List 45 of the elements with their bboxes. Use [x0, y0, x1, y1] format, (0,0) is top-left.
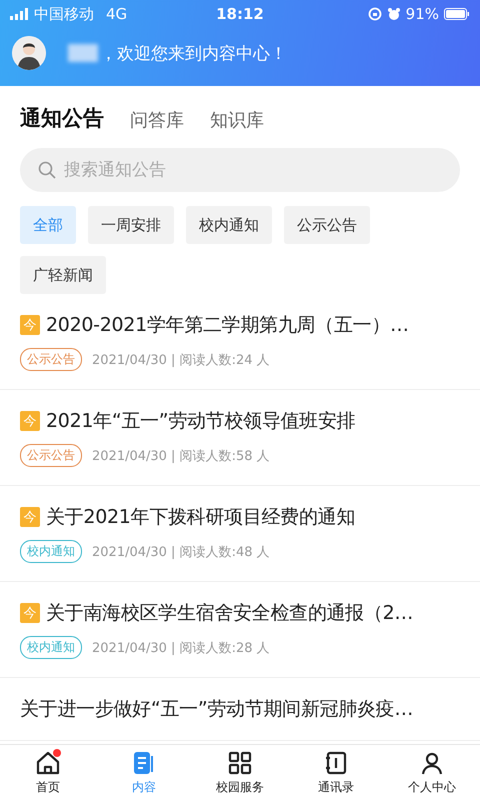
search-field[interactable]: 搜索通知公告 [20, 148, 460, 192]
notice-title[interactable]: 关于2021年下拨科研项目经费的通知 [46, 504, 355, 530]
blurred-name-block [68, 44, 98, 62]
home-icon [35, 750, 61, 776]
category-tag: 校内通知 [20, 540, 82, 563]
alarm-clock-icon [386, 7, 401, 21]
battery-percent: 91% [406, 5, 439, 23]
network-type: 4G [106, 5, 128, 23]
today-badge: 今 [20, 315, 40, 335]
avatar-silhouette [12, 36, 46, 70]
nav-tab[interactable]: 通讯录 [288, 745, 384, 800]
signal-icon [10, 8, 28, 20]
battery-icon [444, 8, 470, 20]
nav-tab[interactable]: 内容 [96, 745, 192, 800]
today-badge: 今 [20, 603, 40, 623]
contacts-book-icon [323, 750, 349, 776]
notice-title[interactable]: 2020-2021学年第二学期第九周（五一）… [46, 312, 409, 338]
search-icon [38, 161, 56, 179]
filter-chip[interactable]: 公示公告 [284, 206, 370, 244]
notice-meta: 2021/04/30 | 阅读人数:28 人 [92, 640, 270, 656]
today-badge: 今 [20, 411, 40, 431]
filter-chip[interactable]: 广轻新闻 [20, 256, 106, 294]
rotation-lock-icon [368, 7, 382, 21]
today-badge: 今 [20, 507, 40, 527]
notice-meta: 2021/04/30 | 阅读人数:58 人 [92, 448, 270, 464]
category-tag: 公示公告 [20, 444, 82, 467]
notice-meta: 2021/04/30 | 阅读人数:48 人 [92, 544, 270, 560]
category-tag: 公示公告 [20, 348, 82, 371]
category-tab[interactable]: 问答库 [130, 108, 184, 138]
notice-title[interactable]: 2021年“五一”劳动节校领导值班安排 [46, 408, 356, 434]
status-time: 18:12 [216, 5, 264, 23]
nav-tab[interactable]: 校园服务 [192, 745, 288, 800]
grid-icon [227, 750, 253, 776]
filter-chip[interactable]: 一周安排 [88, 206, 174, 244]
greeting-text: ，欢迎您来到内容中心！ [100, 42, 287, 64]
nav-tab[interactable]: 首页 [0, 745, 96, 800]
carrier-name: 中国移动 [34, 4, 94, 24]
notice-title[interactable]: 关于进一步做好“五一”劳动节期间新冠肺炎疫… [20, 696, 414, 722]
notice-meta: 2021/04/30 | 阅读人数:24 人 [92, 352, 270, 368]
category-tab[interactable]: 知识库 [210, 108, 264, 138]
nav-tab[interactable]: 个人中心 [384, 745, 480, 800]
category-tag: 校内通知 [20, 636, 82, 659]
notice-title[interactable]: 关于南海校区学生宿舍安全检查的通报（2… [46, 600, 414, 626]
category-tab[interactable]: 通知公告 [20, 104, 104, 138]
filter-chip[interactable]: 校内通知 [186, 206, 272, 244]
